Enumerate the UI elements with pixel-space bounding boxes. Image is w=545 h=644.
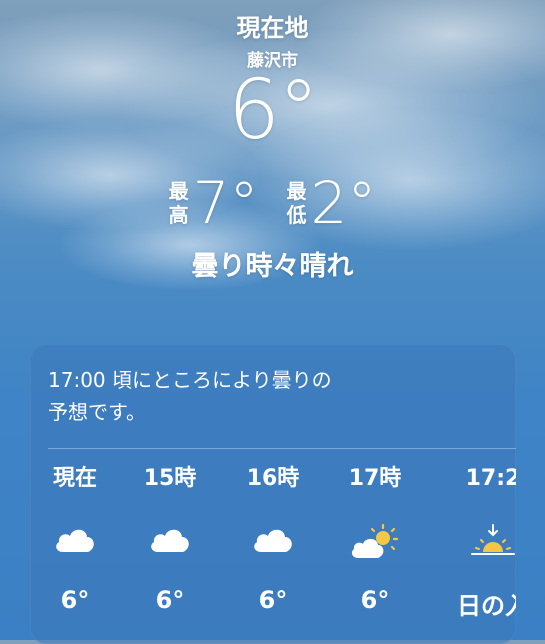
cloud-icon <box>125 524 215 564</box>
hour-temp: 6° <box>360 586 390 614</box>
hour-item-sunset: 17:2 日の入 <box>448 462 516 621</box>
hour-time: 17時 <box>348 466 402 491</box>
hour-time: 現在 <box>52 466 97 491</box>
cloud-icon <box>228 524 318 564</box>
sunset-icon <box>448 524 516 564</box>
hour-temp: 6° <box>258 586 288 614</box>
hour-temp: 6° <box>155 586 185 614</box>
hour-item-now: 現在 6° <box>30 462 120 614</box>
hour-temp: 日の入 <box>457 592 516 620</box>
hour-item-17: 17時 6° <box>330 462 420 614</box>
weather-condition: 曇り時々晴れ <box>191 251 354 282</box>
high-low-temps: 最 高 7° 最 低 2° <box>0 174 545 232</box>
low-temp: 2° <box>310 169 377 237</box>
hour-item-15: 15時 6° <box>125 462 215 614</box>
hour-time: 16時 <box>246 466 300 491</box>
hour-item-16: 16時 6° <box>228 462 318 614</box>
partly-sunny-icon <box>330 524 420 564</box>
hour-time: 17:2 <box>465 466 516 491</box>
hour-temp: 6° <box>60 586 90 614</box>
hourly-forecast-card[interactable]: 17:00 頃にところにより曇りの 予想です。 現在 6° 15時 6° 16時… <box>30 344 516 644</box>
current-temperature: 6° <box>227 63 319 158</box>
location-title: 現在地 <box>236 14 309 42</box>
hour-time: 15時 <box>143 466 197 491</box>
high-temp: 7° <box>192 169 259 237</box>
low-label: 最 低 <box>286 179 307 227</box>
cloud-icon <box>30 524 120 564</box>
card-divider <box>48 448 516 449</box>
low-temp-group: 最 低 2° <box>287 174 377 232</box>
high-temp-group: 最 高 7° <box>169 174 259 232</box>
high-label: 最 高 <box>168 179 189 227</box>
forecast-message: 17:00 頃にところにより曇りの 予想です。 <box>48 368 332 424</box>
